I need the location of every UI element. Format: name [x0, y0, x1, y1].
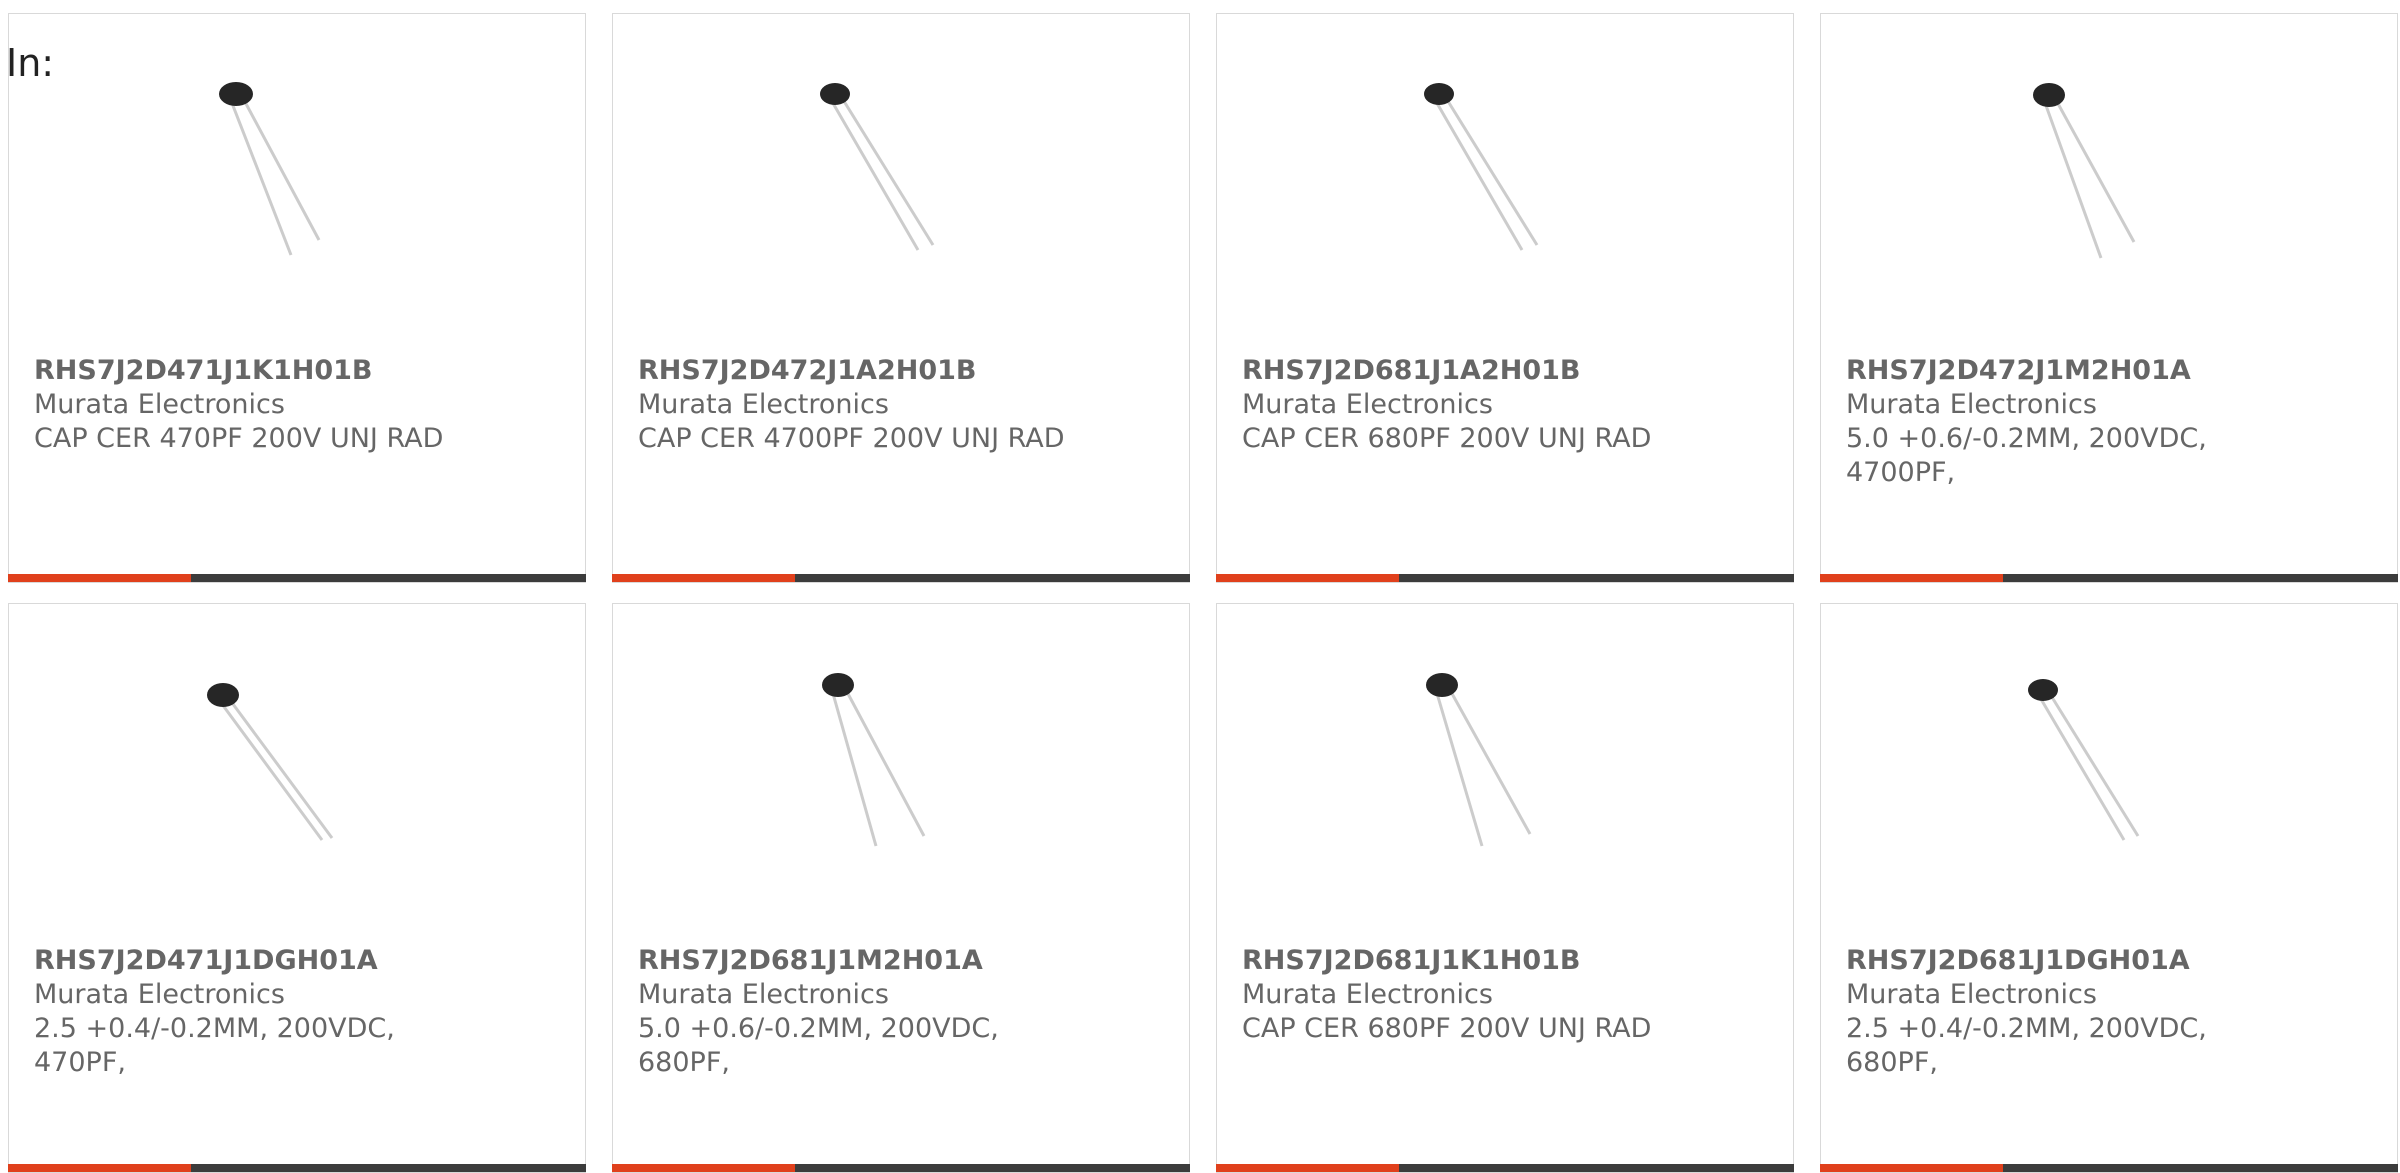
manufacturer: Murata Electronics [1242, 979, 1493, 1010]
manufacturer: Murata Electronics [34, 979, 285, 1010]
product-info: RHS7J2D471J1K1H01B Murata Electronics CA… [34, 354, 474, 456]
product-info: RHS7J2D681J1DGH01A Murata Electronics 2.… [1846, 944, 2286, 1080]
card-accent-bar [8, 574, 191, 582]
card-accent-bar [1820, 1164, 2003, 1172]
radial-ceramic-capacitor-icon [822, 673, 926, 847]
part-number[interactable]: RHS7J2D472J1M2H01A [1846, 354, 2286, 388]
manufacturer: Murata Electronics [638, 389, 889, 420]
product-card[interactable]: RHS7J2D472J1M2H01A Murata Electronics 5.… [1820, 13, 2398, 583]
product-info: RHS7J2D681J1A2H01B Murata Electronics CA… [1242, 354, 1682, 456]
product-card[interactable]: RHS7J2D471J1K1H01B Murata Electronics CA… [8, 13, 586, 583]
product-card[interactable]: RHS7J2D681J1DGH01A Murata Electronics 2.… [1820, 603, 2398, 1173]
card-footer-bar [1820, 1164, 2398, 1172]
card-footer-bar [612, 1164, 1190, 1172]
part-number[interactable]: RHS7J2D471J1DGH01A [34, 944, 474, 978]
card-footer-bar [612, 574, 1190, 582]
product-info: RHS7J2D681J1K1H01B Murata Electronics CA… [1242, 944, 1682, 1046]
product-description: 2.5 +0.4/-0.2MM, 200VDC, 680PF, [1846, 1013, 2207, 1078]
manufacturer: Murata Electronics [1846, 389, 2097, 420]
part-number[interactable]: RHS7J2D681J1A2H01B [1242, 354, 1682, 388]
card-accent-bar [612, 574, 795, 582]
radial-ceramic-capacitor-icon [2033, 83, 2136, 259]
product-card[interactable]: RHS7J2D681J1A2H01B Murata Electronics CA… [1216, 13, 1794, 583]
product-description: CAP CER 680PF 200V UNJ RAD [1242, 1013, 1652, 1044]
product-description: 5.0 +0.6/-0.2MM, 200VDC, 4700PF, [1846, 423, 2207, 488]
product-description: 2.5 +0.4/-0.2MM, 200VDC, 470PF, [34, 1013, 395, 1078]
radial-ceramic-capacitor-icon [207, 683, 334, 841]
product-card[interactable]: RHS7J2D681J1M2H01A Murata Electronics 5.… [612, 603, 1190, 1173]
product-card[interactable]: RHS7J2D471J1DGH01A Murata Electronics 2.… [8, 603, 586, 1173]
card-footer-bar [8, 1164, 586, 1172]
radial-ceramic-capacitor-icon [820, 83, 935, 251]
radial-ceramic-capacitor-icon [2028, 679, 2140, 841]
card-accent-bar [8, 1164, 191, 1172]
product-info: RHS7J2D681J1M2H01A Murata Electronics 5.… [638, 944, 1078, 1080]
product-description: CAP CER 4700PF 200V UNJ RAD [638, 423, 1065, 454]
manufacturer: Murata Electronics [1846, 979, 2097, 1010]
part-number[interactable]: RHS7J2D472J1A2H01B [638, 354, 1078, 388]
card-footer-bar [1820, 574, 2398, 582]
product-grid: RHS7J2D471J1K1H01B Murata Electronics CA… [8, 13, 2400, 1173]
part-number[interactable]: RHS7J2D681J1K1H01B [1242, 944, 1682, 978]
part-number[interactable]: RHS7J2D681J1DGH01A [1846, 944, 2286, 978]
card-accent-bar [1820, 574, 2003, 582]
part-number[interactable]: RHS7J2D471J1K1H01B [34, 354, 474, 388]
radial-ceramic-capacitor-icon [219, 82, 321, 256]
radial-ceramic-capacitor-icon [1426, 673, 1532, 847]
product-info: RHS7J2D472J1M2H01A Murata Electronics 5.… [1846, 354, 2286, 490]
radial-ceramic-capacitor-icon [1424, 83, 1539, 251]
product-description: CAP CER 680PF 200V UNJ RAD [1242, 423, 1652, 454]
card-accent-bar [1216, 574, 1399, 582]
product-info: RHS7J2D471J1DGH01A Murata Electronics 2.… [34, 944, 474, 1080]
part-number[interactable]: RHS7J2D681J1M2H01A [638, 944, 1078, 978]
card-footer-bar [1216, 1164, 1794, 1172]
product-card[interactable]: RHS7J2D681J1K1H01B Murata Electronics CA… [1216, 603, 1794, 1173]
manufacturer: Murata Electronics [34, 389, 285, 420]
product-description: CAP CER 470PF 200V UNJ RAD [34, 423, 444, 454]
product-card[interactable]: RHS7J2D472J1A2H01B Murata Electronics CA… [612, 13, 1190, 583]
product-description: 5.0 +0.6/-0.2MM, 200VDC, 680PF, [638, 1013, 999, 1078]
in-label: In: [6, 41, 55, 85]
manufacturer: Murata Electronics [1242, 389, 1493, 420]
card-footer-bar [1216, 574, 1794, 582]
card-accent-bar [1216, 1164, 1399, 1172]
product-info: RHS7J2D472J1A2H01B Murata Electronics CA… [638, 354, 1078, 456]
manufacturer: Murata Electronics [638, 979, 889, 1010]
card-footer-bar [8, 574, 586, 582]
card-accent-bar [612, 1164, 795, 1172]
